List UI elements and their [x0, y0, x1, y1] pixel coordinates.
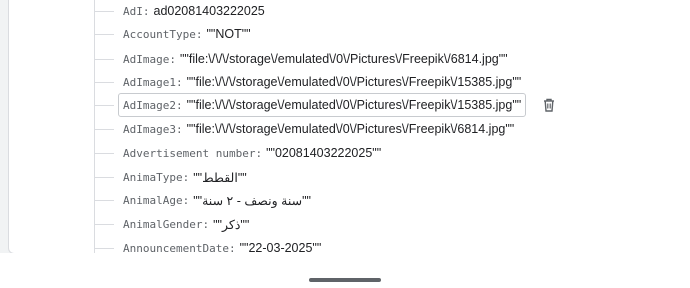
tree-connector: [94, 33, 114, 35]
field-value: ""file:\/\/\/storage\/emulated\/0\/Pictu…: [186, 122, 515, 136]
tree-connector: [94, 128, 114, 130]
field-value: ""القطط"": [193, 170, 247, 185]
field-key: AdImage2: [123, 98, 176, 112]
trash-icon[interactable]: [541, 97, 557, 113]
field-row-animalgender[interactable]: AnimalGender: ""ذكر"": [94, 212, 254, 236]
tree-connector: [94, 152, 114, 154]
field-row-animatype[interactable]: AnimaType: ""القطط"": [94, 165, 252, 189]
document-fields-panel: AdI: ad02081403222025 AccountType: ""NOT…: [8, 0, 690, 254]
field-key: AnimaType: [123, 170, 183, 184]
field-row-advertisement-number[interactable]: Advertisement number: ""02081403222025"": [94, 141, 386, 165]
tree-connector: [94, 81, 114, 83]
tree-connector: [94, 176, 114, 178]
tree-connector: [94, 104, 114, 106]
system-navigation-bar: [0, 253, 690, 288]
tree-connector: [94, 199, 114, 201]
field-value: ad02081403222025: [153, 4, 265, 18]
field-value: ""file:\/\/\/storage\/emulated\/0\/Pictu…: [186, 98, 522, 112]
field-key: AnimalGender: [123, 217, 203, 231]
field-value: ""ذكر"": [213, 217, 250, 232]
field-value: ""NOT"": [206, 27, 251, 41]
field-row-adi[interactable]: AdI: ad02081403222025: [94, 0, 270, 23]
field-key: AdImage3: [123, 122, 176, 136]
field-value: ""02081403222025"": [266, 146, 382, 160]
field-key: AdImage: [123, 52, 170, 66]
field-key: AdImage1: [123, 75, 176, 89]
field-key: Advertisement number: [123, 146, 256, 160]
tree-connector: [94, 247, 114, 249]
field-key: AccountType: [123, 27, 196, 41]
field-row-animalage[interactable]: AnimalAge: ""سنة ونصف - ٢ سنة"": [94, 188, 316, 212]
field-row-accounttype[interactable]: AccountType: ""NOT"": [94, 22, 256, 46]
field-value: ""سنة ونصف - ٢ سنة"": [193, 193, 311, 208]
field-value: ""file:\/\/\/storage\/emulated\/0\/Pictu…: [179, 52, 508, 66]
field-row-adimage[interactable]: AdImage: ""file:\/\/\/storage\/emulated\…: [94, 47, 513, 71]
tree-connector: [94, 223, 114, 225]
field-row-adimage1[interactable]: AdImage1: ""file:\/\/\/storage\/emulated…: [94, 70, 526, 94]
field-row-announcementdate[interactable]: AnnouncementDate: ""22-03-2025"": [94, 236, 326, 253]
field-value: ""file:\/\/\/storage\/emulated\/0\/Pictu…: [186, 75, 522, 89]
tree-connector: [94, 58, 114, 60]
field-key: AdI: [123, 4, 143, 18]
field-row-adimage3[interactable]: AdImage3: ""file:\/\/\/storage\/emulated…: [94, 117, 519, 141]
home-gesture-handle[interactable]: [309, 278, 381, 282]
field-row-adimage2[interactable]: AdImage2: ""file:\/\/\/storage\/emulated…: [94, 93, 527, 117]
field-key: AnimalAge: [123, 193, 183, 207]
tree-connector: [94, 10, 114, 12]
field-hover-box[interactable]: AdImage2: ""file:\/\/\/storage\/emulated…: [118, 93, 527, 117]
